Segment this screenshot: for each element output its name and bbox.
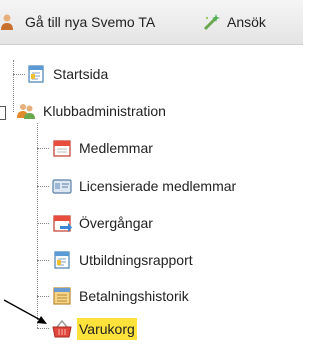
tree-item-label: Utbildningsrapport: [79, 252, 193, 268]
tree-item-licensierade-medlemmar[interactable]: Licensierade medlemmar: [52, 174, 238, 198]
tree-item-label: Medlemmar: [79, 140, 153, 156]
tree-item-label: Klubbadministration: [43, 103, 166, 119]
tree-item-label: Betalningshistorik: [79, 288, 189, 304]
tree-item-label: Övergångar: [79, 215, 153, 231]
navigation-tree: Startsida Klubbadministration Medlemmar: [0, 0, 303, 348]
tree-item-label: Varukorg: [77, 318, 137, 340]
tree-item-medlemmar[interactable]: Medlemmar: [52, 136, 155, 160]
tree-item-overgangar[interactable]: Övergångar: [52, 211, 155, 235]
tree-item-varukorg[interactable]: Varukorg: [52, 317, 137, 341]
tree-item-betalningshistorik[interactable]: Betalningshistorik: [52, 284, 191, 308]
annotation-arrow: [3, 299, 47, 324]
tree-item-label: Licensierade medlemmar: [79, 178, 237, 194]
tree-item-utbildningsrapport[interactable]: Utbildningsrapport: [52, 248, 195, 272]
